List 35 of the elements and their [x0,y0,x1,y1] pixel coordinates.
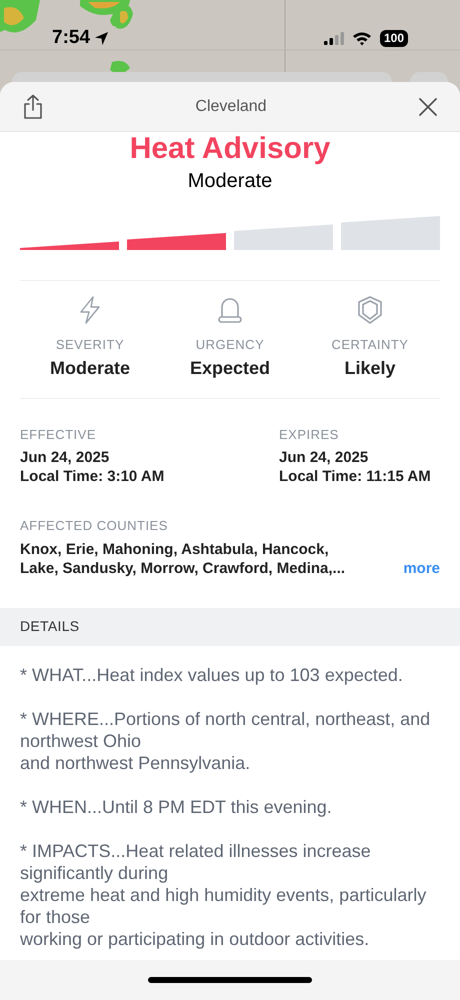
counties-label: AFFECTED COUNTIES [20,517,169,535]
counties-text: Lake, Sandusky, Morrow, Crawford, Medina,... [20,558,346,578]
time-date: Jun 24, 2025 [20,448,110,467]
signal-icon [324,32,344,45]
more-link[interactable]: more [403,558,440,578]
share-button[interactable] [22,94,44,120]
details-paragraph: * WHERE...Portions of north central, northeast, and northwest Ohio and northwest Pennsylvania. [20,708,432,774]
time-date: Jun 24, 2025 [279,448,370,467]
map-button-background [410,72,448,82]
details-paragraph: * IMPACTS...Heat related illnesses increase significantly during extreme heat and high humidity events, particularly for those working or participating in outdoor activities. [20,840,428,950]
close-icon [418,96,438,116]
sheet-title: Cleveland [194,96,268,116]
close-button[interactable] [418,96,438,116]
share-icon [22,94,44,120]
alert-level: Moderate [188,169,272,194]
time-label: EFFECTIVE [20,426,98,444]
local-time: Local Time: 3:10 AM [20,467,166,486]
siren-icon [216,295,244,325]
location-arrow-icon [94,30,110,46]
alert-title: Heat Advisory [130,132,330,166]
local-time: Local Time: 11:15 AM [279,467,431,486]
stat-label: CERTAINTY [332,336,408,354]
counties-text: Knox, Erie, Mahoning, Ashtabula, Hancock, [20,540,330,558]
shield-icon [356,295,384,325]
details-header: DETAILS [0,608,460,646]
stat-label: SEVERITY [56,336,124,354]
wifi-icon [352,30,372,46]
status-time: 7:54 [52,26,90,50]
time-label: EXPIRES [279,426,340,444]
stat-value: Likely [344,356,396,380]
stat-label: URGENCY [196,336,264,354]
details-paragraph: * WHAT...Heat index values up to 103 expected. [20,664,404,686]
details-paragraph: * WHEN...Until 8 PM EDT this evening. [20,796,333,818]
stat-value: Expected [190,356,270,380]
stat-value: Moderate [50,356,130,380]
